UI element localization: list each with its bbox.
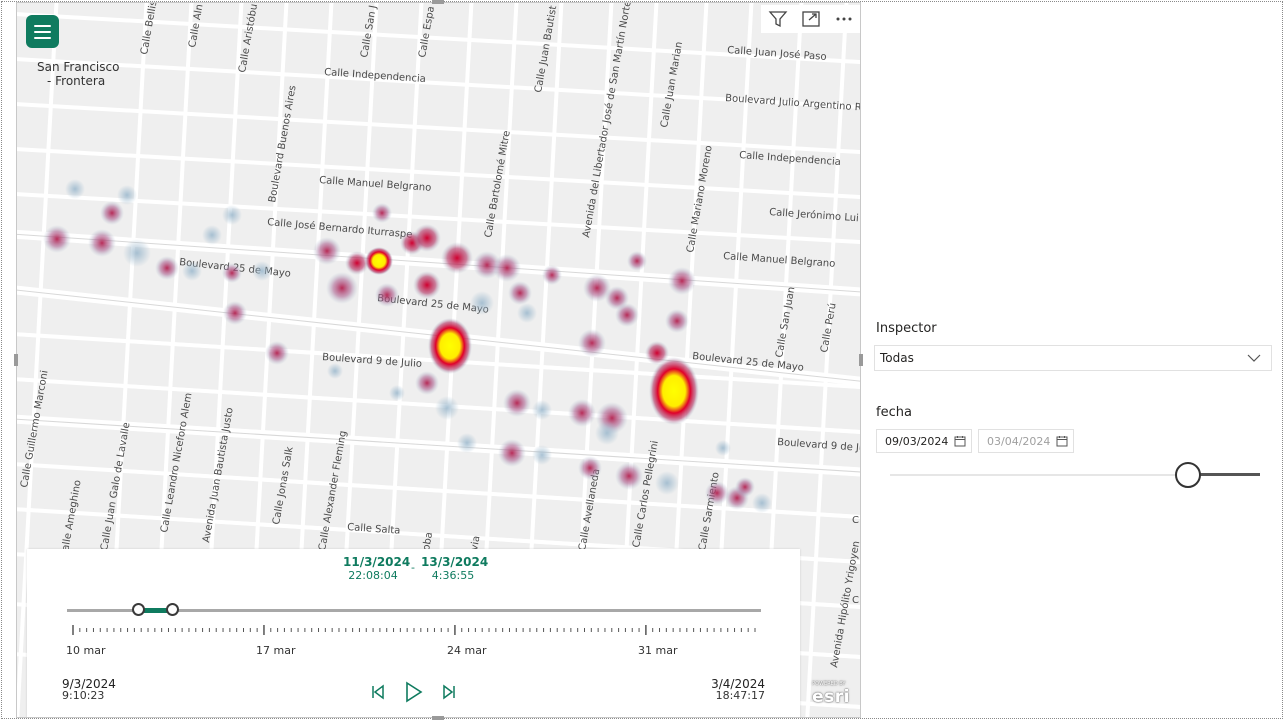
- svg-text:San Francisco: San Francisco: [37, 60, 119, 74]
- svg-text:Avenida del Libertador José de: Avenida del Libertador José de San Martí…: [580, 3, 634, 239]
- fecha-slicer-label: fecha: [876, 405, 912, 420]
- svg-text:Calle Ameghino: Calle Ameghino: [59, 479, 83, 558]
- svg-text:Calle Alexander Fleming: Calle Alexander Fleming: [317, 430, 349, 552]
- time-slider-ticks: [72, 625, 756, 635]
- resize-handle-left[interactable]: [14, 354, 18, 366]
- min-time: 9:10:23: [62, 689, 105, 702]
- range-separator: -: [411, 561, 415, 574]
- fecha-end-value: 03/04/2024: [987, 434, 1051, 448]
- max-time: 18:47:17: [715, 689, 765, 702]
- resize-handle-bottom[interactable]: [432, 716, 444, 720]
- svg-text:Calle Mariano Moreno: Calle Mariano Moreno: [685, 145, 715, 254]
- resize-handle-right[interactable]: [859, 354, 863, 366]
- fecha-start-value: 09/03/2024: [885, 434, 949, 448]
- svg-text:- Frontera: - Frontera: [47, 74, 105, 88]
- inspector-slicer-label: Inspector: [876, 321, 937, 336]
- time-slider-start-handle[interactable]: [131, 603, 145, 616]
- svg-text:Calle Bellis: Calle Bellis: [139, 3, 159, 56]
- svg-text:Calle Juan José Paso: Calle Juan José Paso: [727, 44, 827, 63]
- inspector-selected-value: Todas: [880, 351, 914, 365]
- play-icon[interactable]: [404, 680, 424, 708]
- svg-text:Calle Salta: Calle Salta: [347, 522, 401, 537]
- svg-text:Calle José Bernardo Iturraspe: Calle José Bernardo Iturraspe: [267, 216, 413, 241]
- esri-logo: POWERED BY esri: [812, 681, 850, 707]
- range-start-time: 22:08:04: [348, 569, 398, 582]
- more-options-icon[interactable]: [827, 5, 860, 33]
- svg-text:Boulevard 9 de Ju: Boulevard 9 de Ju: [777, 437, 861, 454]
- step-forward-icon[interactable]: [441, 683, 457, 705]
- resize-handle-top[interactable]: [432, 0, 444, 4]
- filter-icon[interactable]: [761, 5, 794, 33]
- axis-label-24-mar: 24 mar: [447, 644, 487, 657]
- axis-label-17-mar: 17 mar: [256, 644, 296, 657]
- svg-text:Calle San Juan: Calle San Juan: [774, 286, 797, 359]
- calendar-icon[interactable]: [954, 435, 966, 450]
- axis-label-10-mar: 10 mar: [66, 644, 106, 657]
- svg-text:Calle Jerónimo Lui: Calle Jerónimo Lui: [769, 206, 859, 224]
- time-slider-end-handle[interactable]: [166, 603, 180, 616]
- axis-label-31-mar: 31 mar: [638, 644, 678, 657]
- range-start-label: 11/3/2024 22:08:04: [343, 555, 411, 582]
- step-back-icon[interactable]: [370, 683, 386, 705]
- time-slider-min: 9/3/2024 9:10:23: [62, 678, 116, 702]
- svg-text:C: C: [852, 515, 859, 526]
- svg-text:Calle Avellaneda: Calle Avellaneda: [577, 468, 602, 552]
- range-end-date: 13/3/2024: [421, 555, 489, 569]
- fecha-slider-handle[interactable]: [1175, 462, 1201, 488]
- svg-text:Calle Jonas Salk: Calle Jonas Salk: [271, 446, 296, 526]
- focus-mode-icon[interactable]: [794, 5, 827, 33]
- svg-text:Calle Independencia: Calle Independencia: [739, 150, 841, 168]
- chevron-down-icon: [1247, 352, 1261, 367]
- svg-text:Calle Manuel Belgrano: Calle Manuel Belgrano: [319, 175, 432, 194]
- map-visual[interactable]: Calle Bellis Calle Aln Calle Aristóbu Ca…: [16, 2, 861, 718]
- range-end-time: 4:36:55: [431, 569, 475, 582]
- svg-text:Calle Juan Marian: Calle Juan Marian: [659, 41, 685, 129]
- range-start-date: 11/3/2024: [343, 555, 411, 569]
- fecha-end-input[interactable]: 03/04/2024: [978, 429, 1074, 453]
- time-slider-panel: 11/3/2024 22:08:04 - 13/3/2024 4:36:55 1…: [27, 549, 800, 717]
- visual-header-toolbar: [761, 5, 860, 33]
- calendar-icon[interactable]: [1056, 435, 1068, 450]
- inspector-dropdown[interactable]: Todas: [874, 345, 1272, 371]
- svg-text:Calle Manuel Belgrano: Calle Manuel Belgrano: [723, 251, 836, 270]
- hamburger-menu-icon[interactable]: [26, 15, 59, 48]
- time-slider-max: 3/4/2024 18:47:17: [711, 678, 765, 702]
- svg-text:Calle Independencia: Calle Independencia: [324, 67, 426, 85]
- range-end-label: 13/3/2024 4:36:55: [421, 555, 489, 582]
- svg-text:Calle Perú: Calle Perú: [818, 302, 839, 354]
- svg-text:C: C: [852, 595, 859, 606]
- fecha-start-input[interactable]: 09/03/2024: [876, 429, 972, 453]
